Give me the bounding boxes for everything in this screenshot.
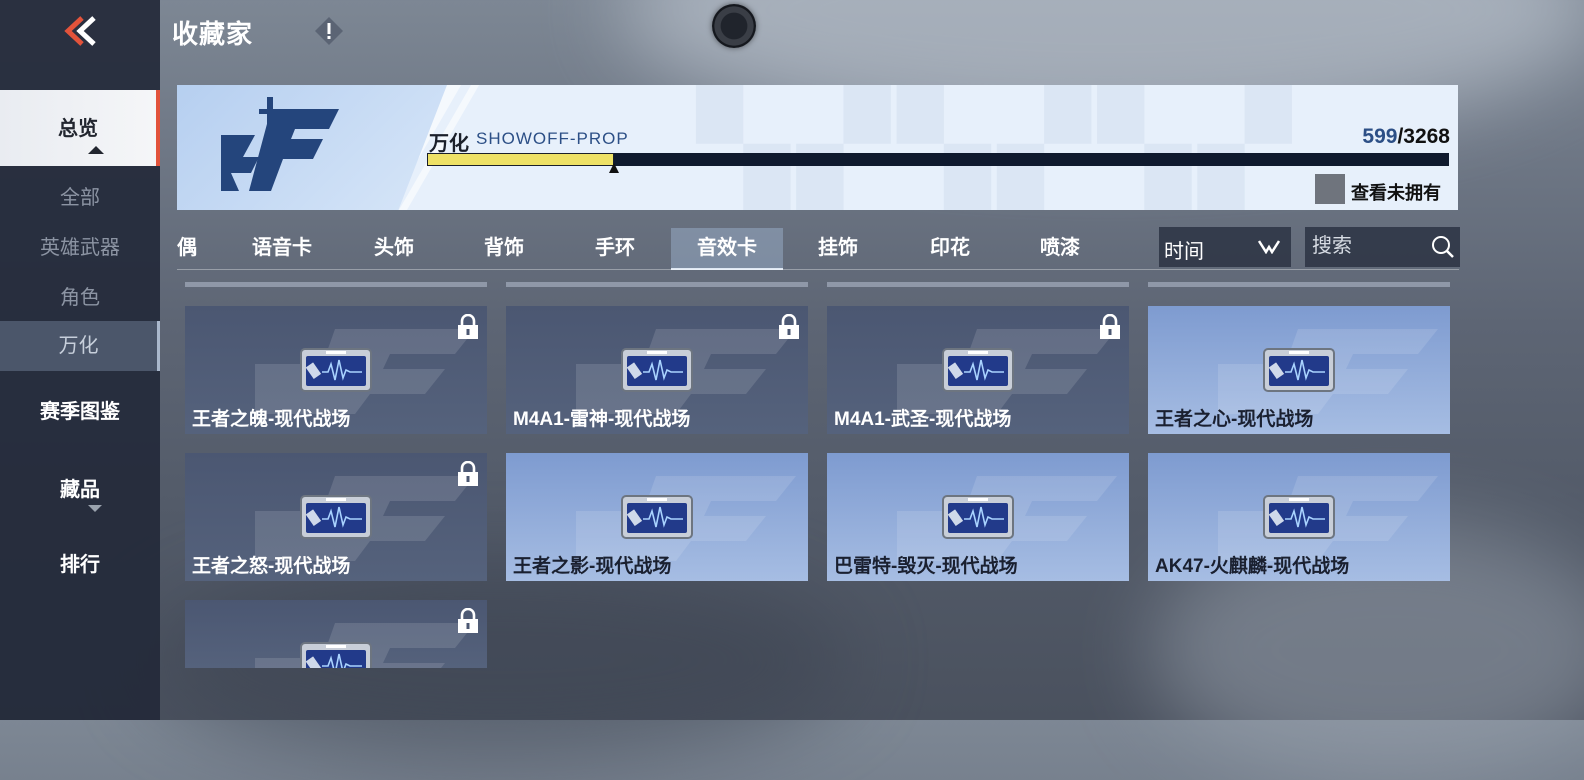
sidebar-subitem-wanhua[interactable]: 万化 [0, 321, 160, 371]
search-icon[interactable] [1431, 235, 1455, 259]
sort-label: 时间 [1164, 241, 1204, 263]
progress-marker-icon [609, 163, 620, 173]
collection-tag: SHOWOFF-PROP [476, 129, 629, 148]
tab-voice-card[interactable]: 语音卡 [237, 228, 327, 270]
sound-card-icon [621, 495, 693, 539]
category-tabs: 偶 语音卡 头饰 背饰 手环 音效卡 挂饰 印花 喷漆 [177, 228, 1157, 270]
chevron-down-icon [1258, 240, 1280, 254]
item-card[interactable]: 王者之怒-现代战场 [185, 453, 487, 581]
tab-headwear[interactable]: 头饰 [349, 228, 439, 270]
expand-down-icon [88, 505, 102, 512]
collection-name: 万化 [429, 133, 469, 155]
item-card[interactable]: 巴雷特-毁灭-现代战场 [827, 453, 1129, 581]
item-card[interactable]: 王者之魄-现代战场 [185, 306, 487, 434]
collection-progress-bar [427, 153, 1449, 173]
total-count: /3268 [1397, 125, 1450, 148]
item-name: 王者之影-现代战场 [513, 556, 672, 577]
sound-card-icon [1263, 495, 1335, 539]
page-title: 收藏家 [172, 19, 254, 49]
column-bar [185, 282, 487, 287]
collection-banner: ▚▞▚▞▚▞ 万化 SHOWOFF-PROP 599/3268 查看未拥有 [177, 85, 1458, 210]
sidebar-item-season-guide[interactable]: 赛季图鉴 [0, 392, 160, 432]
camera-cutout [712, 4, 756, 48]
sidebar: 总览 全部 英雄武器 角色 万化 赛季图鉴 藏品 排行 [0, 62, 160, 720]
lock-icon [458, 461, 478, 486]
owned-count: 599 [1362, 125, 1398, 148]
sidebar-item-ranking[interactable]: 排行 [0, 545, 160, 585]
sound-card-icon [300, 348, 372, 392]
tab-pendant[interactable]: 挂饰 [793, 228, 883, 270]
sidebar-item-label: 总览 [58, 118, 98, 140]
tab-bracelet[interactable]: 手环 [570, 228, 660, 270]
tab-spray[interactable]: 喷漆 [1015, 228, 1105, 270]
item-card[interactable]: 王者之心-现代战场 [1148, 306, 1450, 434]
column-bar [827, 282, 1129, 287]
item-name: M4A1-武圣-现代战场 [834, 409, 1012, 430]
sound-card-icon [300, 642, 372, 668]
sidebar-subitem-hero-weapons[interactable]: 英雄武器 [0, 228, 160, 268]
item-name: 王者之魄-现代战场 [192, 409, 351, 430]
tab-back-accessory[interactable]: 背饰 [459, 228, 549, 270]
sound-card-icon [300, 495, 372, 539]
tabs-divider [177, 269, 1459, 270]
sidebar-subitem-characters[interactable]: 角色 [0, 278, 160, 318]
tab-sound-card[interactable]: 音效卡 [671, 228, 783, 270]
item-card[interactable]: M4A1-雷神-现代战场 [506, 306, 808, 434]
item-name: M4A1-雷神-现代战场 [513, 409, 691, 430]
column-bar [1148, 282, 1450, 287]
item-card[interactable] [185, 600, 487, 668]
sound-card-icon [621, 348, 693, 392]
cf-logo-icon [221, 97, 339, 191]
banner-watermark: ▚▞▚▞▚▞ [697, 85, 1299, 210]
item-card[interactable]: M4A1-武圣-现代战场 [827, 306, 1129, 434]
item-card[interactable]: AK47-火麒麟-现代战场 [1148, 453, 1450, 581]
search-input[interactable] [1312, 235, 1422, 258]
tab-sticker[interactable]: 印花 [905, 228, 995, 270]
lock-icon [458, 608, 478, 633]
sidebar-subitem-all[interactable]: 全部 [0, 178, 160, 218]
column-bar [506, 282, 808, 287]
back-arrow-icon [64, 16, 96, 46]
item-name: AK47-火麒麟-现代战场 [1155, 556, 1350, 577]
item-name: 巴雷特-毁灭-现代战场 [834, 556, 1018, 577]
lock-icon [458, 314, 478, 339]
collapse-up-icon [88, 146, 104, 154]
back-button[interactable] [0, 0, 160, 62]
item-card[interactable]: 王者之影-现代战场 [506, 453, 808, 581]
lock-icon [1100, 314, 1120, 339]
sidebar-item-collectibles[interactable]: 藏品 [0, 470, 160, 510]
show-unowned-label[interactable]: 查看未拥有 [1351, 179, 1441, 205]
sound-card-icon [1263, 348, 1335, 392]
sound-card-icon [942, 348, 1014, 392]
show-unowned-checkbox[interactable] [1315, 174, 1345, 204]
item-name: 王者之怒-现代战场 [192, 556, 351, 577]
sound-card-icon [942, 495, 1014, 539]
item-name: 王者之心-现代战场 [1155, 409, 1314, 430]
lock-icon [779, 314, 799, 339]
tab-partial[interactable]: 偶 [177, 228, 197, 270]
sidebar-item-overview[interactable]: 总览 [0, 90, 160, 166]
info-icon[interactable] [314, 16, 344, 46]
collection-progress-fill [427, 153, 615, 166]
collection-count: 599/3268 [1362, 125, 1450, 149]
